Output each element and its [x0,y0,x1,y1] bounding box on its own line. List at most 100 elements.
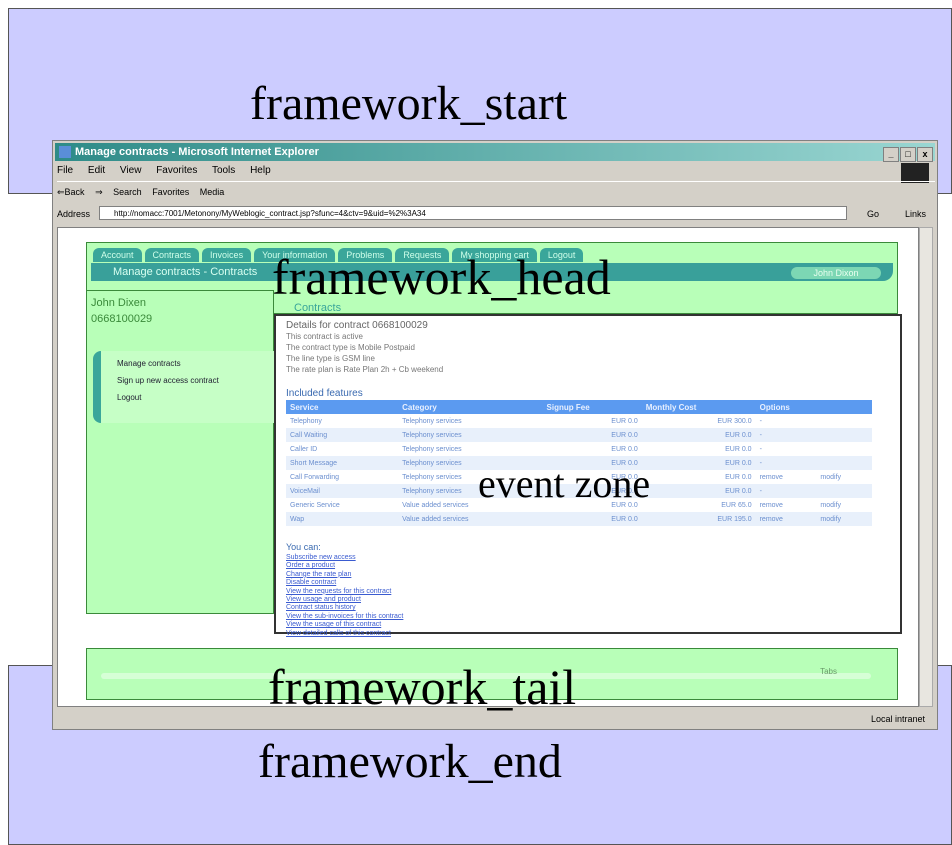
action-link[interactable]: Disable contract [286,579,403,587]
table-cell: EUR 0.0 [725,445,752,453]
features-title: Included features [286,388,363,399]
table-cell: Telephony [290,417,322,425]
tab-invoices[interactable]: Invoices [202,248,252,262]
action-link[interactable]: View detailed calls of this contract [286,630,403,638]
side-item-logout[interactable]: Logout [117,393,277,402]
user-name: John Dixen [91,297,147,309]
table-cell[interactable]: modify [816,512,872,526]
vertical-scrollbar[interactable] [919,227,933,707]
action-link[interactable]: Contract status history [286,604,403,612]
table-cell: EUR 0.0 [611,417,638,425]
table-cell: - [755,456,817,470]
go-button[interactable]: Go [867,205,879,223]
table-cell: EUR 65.0 [721,501,752,509]
menu-view[interactable]: View [120,165,142,176]
table-cell: - [755,484,817,498]
table-cell: - [759,417,762,425]
detail-line: This contract is active [286,332,363,341]
sidebar: John Dixen 0668100029 Manage contracts S… [86,290,277,614]
address-input[interactable]: http://nomacc:7001/Metonony/MyWeblogic_c… [99,206,847,220]
table-cell: EUR 300.0 [717,417,752,425]
address-bar: Address http://nomacc:7001/Metonony/MyWe… [57,205,935,223]
action-link[interactable]: View the sub-invoices for this contract [286,613,403,621]
table-cell: EUR 0.0 [641,428,756,442]
table-cell[interactable]: modify [816,470,872,484]
col-service: Service [286,400,399,414]
col-signup-fee: Signup Fee [542,400,642,414]
favorites-button[interactable]: Favorites [152,187,189,197]
action-links: Subscribe new access Order a product Chang… [286,554,403,638]
table-cell: Generic Service [290,501,340,509]
label-framework-end: framework_end [258,735,562,788]
tail-text: Tabs [820,667,837,676]
menu-file[interactable]: File [57,165,73,176]
table-row: Caller ID Telephony services EUR 0.0 EUR 0.… [286,442,872,456]
action-link[interactable]: View usage and product [286,596,403,604]
back-button[interactable]: ⇐Back [57,187,85,197]
forward-button[interactable]: ⇒ [95,187,103,197]
tab-contracts[interactable]: Contracts [144,248,200,262]
table-cell: Telephony services [402,445,462,453]
media-button[interactable]: Media [200,187,225,197]
windows-logo-icon [901,163,929,183]
detail-line: The contract type is Mobile Postpaid [286,343,415,352]
side-menu: Manage contracts Sign up new access cont… [93,351,277,423]
menu-tools[interactable]: Tools [212,165,235,176]
table-cell: EUR 0.0 [641,456,756,470]
links-button[interactable]: Links [905,205,926,223]
table-cell[interactable]: remove [756,498,817,512]
table-cell: Call Waiting [286,428,399,442]
table-cell[interactable]: modify [816,498,872,512]
table-cell[interactable]: remove [755,512,817,526]
table-cell [816,414,872,428]
maximize-button[interactable]: □ [900,147,916,162]
details-title: Details for contract 0668100029 [286,320,428,331]
table-cell: Telephony services [402,417,462,425]
menu-favorites[interactable]: Favorites [156,165,197,176]
table-cell [816,442,872,456]
address-label: Address [57,209,91,219]
detail-line: The line type is GSM line [286,354,375,363]
action-link[interactable]: Change the rate plan [286,571,403,579]
col-category: Category [398,400,543,414]
side-item-signup[interactable]: Sign up new access contract [117,376,277,385]
action-link[interactable]: View the requests for this contract [286,588,403,596]
table-cell: Value added services [398,512,543,526]
tab-account[interactable]: Account [93,248,142,262]
action-link[interactable]: Subscribe new access [286,554,403,562]
table-cell: - [759,445,762,453]
table-cell: Call Forwarding [290,473,340,481]
col-monthly-cost: Monthly Cost [641,400,756,414]
label-event-zone: event zone [478,461,651,506]
side-item-manage-contracts[interactable]: Manage contracts [117,359,277,368]
table-cell: VoiceMail [286,484,399,498]
user-button[interactable]: John Dixon [791,267,881,279]
table-cell[interactable]: remove [756,470,817,484]
menu-bar: File Edit View Favorites Tools Help [57,163,935,179]
close-button[interactable]: x [917,147,933,162]
table-cell: - [755,428,817,442]
table-cell: Caller ID [290,445,318,453]
browser-title: Manage contracts - Microsoft Internet Ex… [75,146,319,158]
table-cell: EUR 0.0 [641,484,756,498]
table-cell: Wap [286,512,399,526]
label-framework-head: framework_head [272,249,611,305]
label-framework-tail: framework_tail [268,659,577,715]
table-cell [816,456,872,470]
table-cell: EUR 0.0 [542,512,642,526]
search-button[interactable]: Search [113,187,142,197]
detail-line: The rate plan is Rate Plan 2h + Cb weeke… [286,365,444,374]
menu-help[interactable]: Help [250,165,271,176]
table-cell [816,484,872,498]
table-cell: EUR 0.0 [611,445,638,453]
action-link[interactable]: Order a product [286,562,403,570]
table-cell [816,428,872,442]
table-cell: EUR 0.0 [542,428,642,442]
minimize-button[interactable]: _ [883,147,899,162]
browser-title-bar: Manage contracts - Microsoft Internet Ex… [55,143,935,162]
menu-edit[interactable]: Edit [88,165,105,176]
action-link[interactable]: View the usage of this contract [286,621,403,629]
table-row: Call Waiting Telephony services EUR 0.0 EUR… [286,428,872,442]
table-row: Wap Value added services EUR 0.0 EUR 195.0 r… [286,512,872,526]
table-cell: EUR 195.0 [641,512,756,526]
